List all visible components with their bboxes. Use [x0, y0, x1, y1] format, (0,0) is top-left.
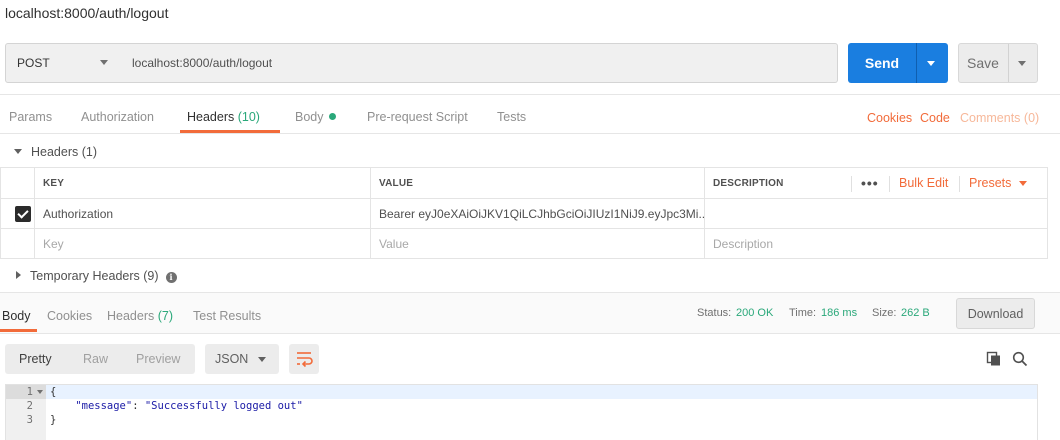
active-response-tab-indicator [0, 329, 37, 332]
save-options-chevron-icon[interactable] [1018, 61, 1026, 66]
chevron-down-icon [1019, 180, 1028, 186]
active-line-highlight [6, 385, 1037, 399]
format-button-group: Pretty Raw Preview [5, 344, 195, 374]
divider [0, 133, 1060, 134]
time-value[interactable]: 186 ms [821, 307, 857, 319]
time-label: Time: [789, 307, 817, 319]
header-key-cell[interactable]: Authorization [34, 199, 370, 228]
pretty-button[interactable]: Pretty [19, 344, 52, 374]
copy-icon[interactable] [986, 351, 1002, 367]
send-divider [916, 43, 917, 83]
method-select[interactable]: POST [5, 43, 121, 83]
headers-table: KEY VALUE DESCRIPTION ••• Bulk Edit Pres… [0, 167, 1048, 259]
tab-headers[interactable]: Headers (10) [187, 110, 260, 124]
send-options-chevron-icon[interactable] [927, 61, 935, 66]
headers-section-title: Headers (1) [31, 145, 97, 159]
column-header-key: KEY [34, 168, 370, 198]
response-tab-headers-label: Headers [107, 309, 155, 323]
format-select-label: JSON [215, 352, 249, 366]
info-icon[interactable]: i [165, 271, 177, 283]
bulk-edit-link[interactable]: Bulk Edit [899, 168, 948, 198]
temporary-headers-toggle[interactable]: Temporary Headers (9) i [16, 269, 177, 283]
separator [959, 176, 960, 192]
divider [0, 94, 1060, 95]
chevron-down-icon [258, 357, 266, 362]
new-key-input[interactable]: Key [34, 229, 370, 258]
save-label: Save [967, 55, 999, 71]
fold-toggle-icon[interactable] [37, 390, 43, 394]
line-number: 3 [26, 414, 33, 426]
method-label: POST [17, 56, 50, 70]
tab-headers-count: (10) [237, 110, 260, 124]
response-tab-headers[interactable]: Headers (7) [107, 309, 173, 323]
json-key: "message" [75, 400, 133, 412]
header-value-cell[interactable]: Bearer eyJ0eXAiOiJKV1QiLCJhbGciOiJIUzI1N… [370, 199, 704, 228]
column-header-description-label: DESCRIPTION [713, 177, 784, 189]
raw-button[interactable]: Raw [83, 344, 108, 374]
headers-section-toggle[interactable]: Headers (1) [14, 145, 97, 159]
save-button[interactable]: Save [958, 43, 1038, 83]
caret-right-icon [16, 271, 21, 279]
new-description-input[interactable]: Description [704, 229, 1047, 258]
tab-body[interactable]: Body [295, 110, 336, 124]
header-enabled-checkbox[interactable] [15, 206, 31, 222]
status-value[interactable]: 200 OK [736, 307, 773, 319]
table-header-row: KEY VALUE DESCRIPTION ••• Bulk Edit Pres… [1, 168, 1047, 199]
table-row: Authorization Bearer eyJ0eXAiOiJKV1QiLCJ… [1, 199, 1047, 229]
more-options-icon[interactable]: ••• [861, 168, 879, 198]
response-tab-cookies[interactable]: Cookies [47, 309, 92, 323]
code-line: } [50, 414, 57, 426]
send-label: Send [864, 55, 900, 71]
chevron-down-icon [100, 60, 108, 65]
line-number: 1 [26, 386, 33, 398]
column-header-value: VALUE [370, 168, 704, 198]
code-line: "message": "Successfully logged out" [50, 400, 303, 412]
response-body-editor[interactable]: 1 2 3 { "message": "Successfully logged … [5, 384, 1038, 440]
tab-params[interactable]: Params [9, 110, 52, 124]
json-value: "Successfully logged out" [144, 400, 303, 412]
presets-dropdown[interactable]: Presets [969, 168, 1028, 198]
url-text: localhost:8000/auth/logout [132, 56, 273, 70]
line-number: 2 [26, 400, 33, 412]
tab-body-label: Body [295, 110, 324, 124]
cookies-link[interactable]: Cookies [867, 111, 912, 125]
caret-down-icon [14, 149, 22, 154]
response-tab-headers-count: (7) [157, 309, 174, 323]
code-line: { [50, 386, 57, 398]
status-label: Status: [697, 307, 732, 319]
body-indicator-dot [328, 113, 336, 120]
table-row-new: Key Value Description [1, 229, 1047, 258]
tab-headers-label: Headers [187, 110, 235, 124]
wrap-lines-button[interactable] [289, 344, 319, 374]
response-tab-body[interactable]: Body [2, 309, 31, 323]
search-icon[interactable] [1012, 351, 1028, 367]
size-label: Size: [872, 307, 897, 319]
json-separator: : [132, 400, 145, 412]
wrap-lines-icon [297, 352, 313, 368]
save-divider [1008, 44, 1009, 82]
separator [851, 176, 852, 192]
send-button[interactable]: Send [848, 43, 948, 83]
temporary-headers-title: Temporary Headers (9) [30, 269, 159, 283]
tab-authorization[interactable]: Authorization [81, 110, 154, 124]
url-input[interactable]: localhost:8000/auth/logout [120, 43, 838, 83]
download-button[interactable]: Download [956, 298, 1035, 329]
response-tab-test-results[interactable]: Test Results [193, 309, 261, 323]
preview-button[interactable]: Preview [136, 344, 180, 374]
comments-link[interactable]: Comments (0) [960, 111, 1039, 125]
tab-pre-request-script[interactable]: Pre-request Script [367, 110, 468, 124]
presets-label: Presets [969, 176, 1012, 190]
new-value-input[interactable]: Value [370, 229, 704, 258]
header-description-cell[interactable] [704, 199, 1047, 228]
separator [889, 176, 890, 192]
request-title: localhost:8000/auth/logout [5, 5, 169, 21]
tab-tests[interactable]: Tests [497, 110, 526, 124]
format-select[interactable]: JSON [205, 344, 279, 374]
size-value[interactable]: 262 B [901, 307, 930, 319]
code-link[interactable]: Code [920, 111, 950, 125]
